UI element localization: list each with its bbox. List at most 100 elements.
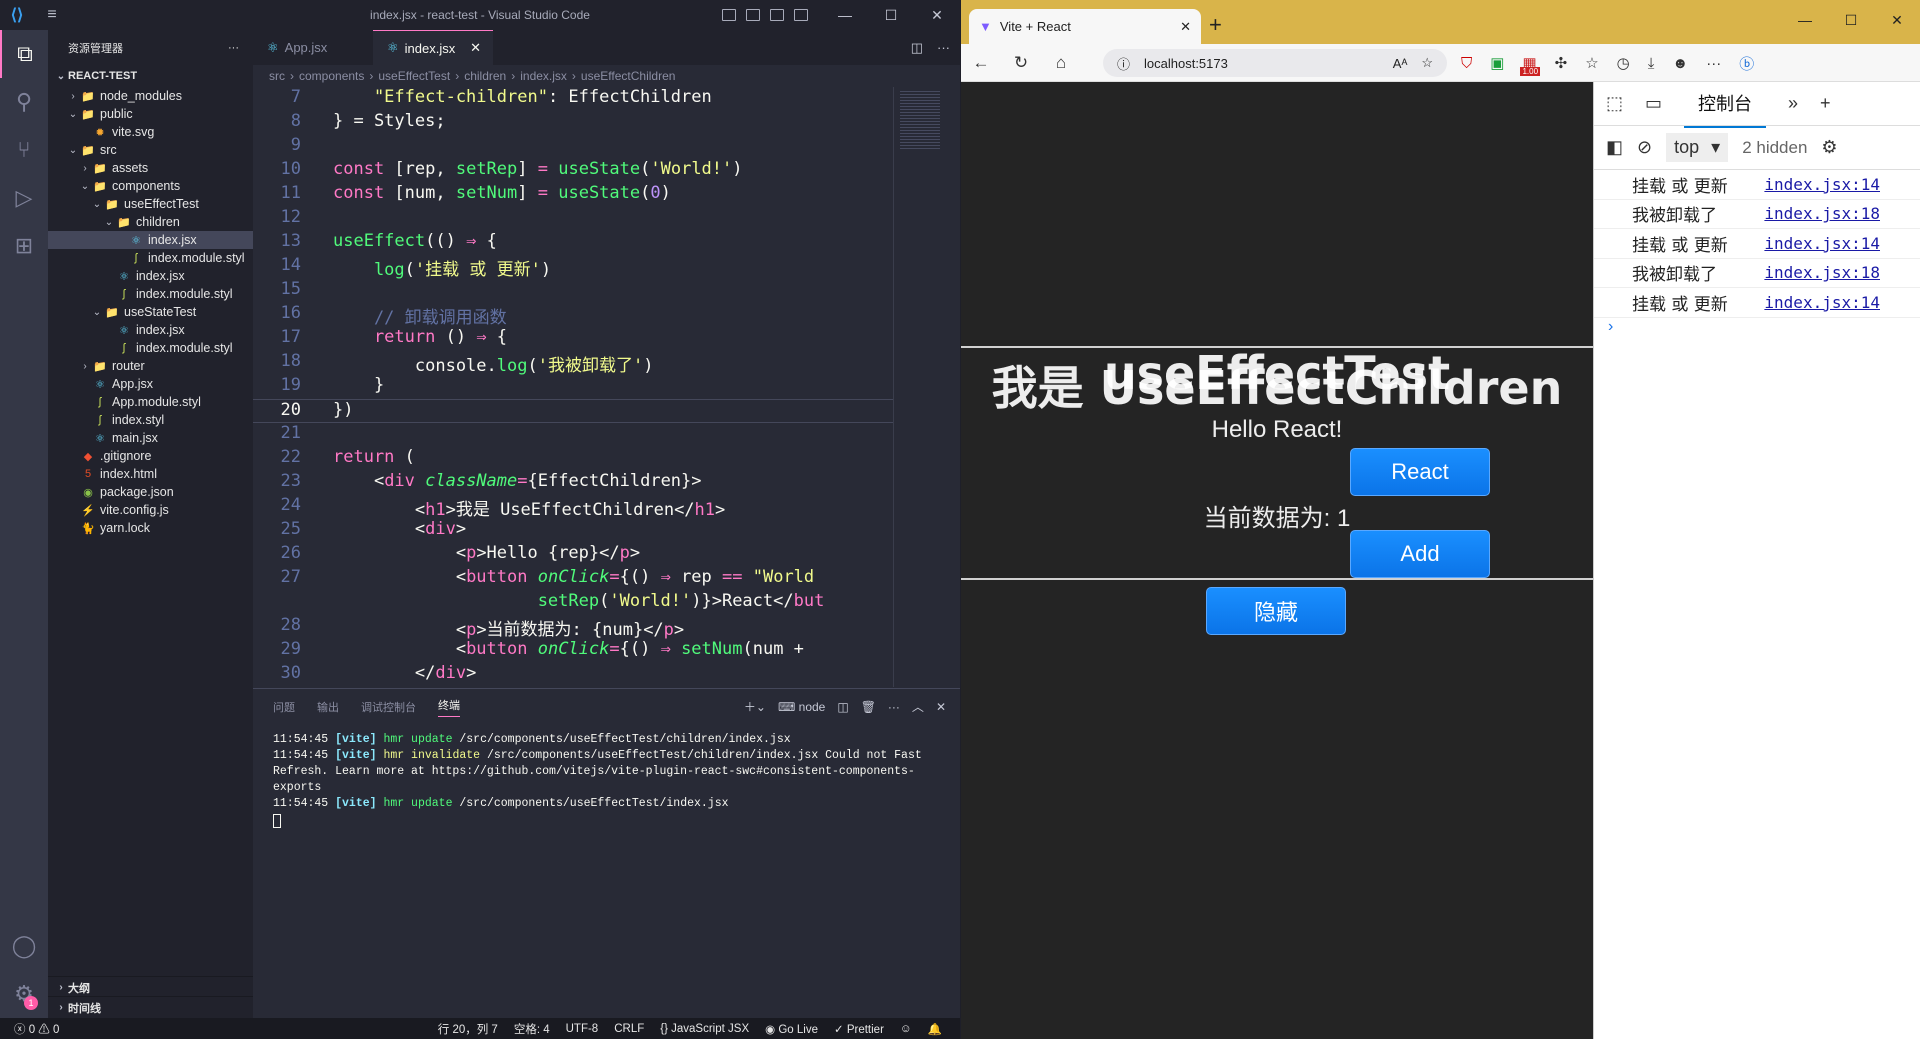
terminal-shell-icon[interactable]: ⌨ node: [778, 700, 825, 714]
tree-file[interactable]: ⚛ index.jsx: [48, 267, 253, 285]
back-icon[interactable]: ←: [961, 53, 1001, 73]
favorite-icon[interactable]: ☆: [1421, 55, 1433, 71]
new-terminal-icon[interactable]: ＋⌄: [744, 698, 766, 715]
source-link[interactable]: index.jsx:14: [1764, 293, 1880, 312]
tree-folder[interactable]: ⌄ 📁 public: [48, 105, 253, 123]
close-tab-icon[interactable]: ✕: [470, 40, 481, 56]
tab-0[interactable]: 问题: [273, 699, 295, 715]
breadcrumb-item[interactable]: useEffectTest: [378, 69, 450, 83]
extensions-puzzle-icon[interactable]: ✣: [1555, 54, 1568, 72]
toggle-sidebar-icon[interactable]: [722, 9, 736, 21]
kill-terminal-icon[interactable]: 🗑: [861, 700, 876, 714]
ublock-icon[interactable]: ⛉: [1461, 55, 1472, 72]
close-icon[interactable]: ✕: [914, 0, 960, 30]
shield-icon[interactable]: ▣: [1490, 54, 1504, 72]
close-icon[interactable]: ✕: [1874, 0, 1920, 40]
code-line[interactable]: 14 log('挂载 或 更新'): [253, 255, 893, 280]
code-line[interactable]: 13 useEffect(() ⇒ {: [253, 231, 893, 255]
customize-layout-icon[interactable]: [794, 9, 808, 21]
run-debug-icon[interactable]: ▷: [0, 174, 48, 222]
code-line[interactable]: 9: [253, 135, 893, 159]
timeline-section[interactable]: › 时间线: [48, 996, 253, 1018]
tab-index-jsx[interactable]: ⚛ index.jsx ✕: [373, 30, 493, 65]
code-line[interactable]: 19 }: [253, 375, 893, 399]
code-line[interactable]: 17 return () ⇒ {: [253, 327, 893, 351]
add-tab-icon[interactable]: +: [1820, 93, 1831, 114]
code-line[interactable]: 22 return (: [253, 447, 893, 471]
code-line[interactable]: setRep('World!')}>React</but: [253, 591, 893, 615]
code-line[interactable]: 25 <div>: [253, 519, 893, 543]
tab-console[interactable]: 控制台: [1684, 80, 1767, 128]
add-button[interactable]: Add: [1350, 530, 1490, 578]
tree-file[interactable]: 🐈 yarn.lock: [48, 519, 253, 537]
minimize-icon[interactable]: —: [822, 0, 868, 30]
code-line[interactable]: 23 <div className={EffectChildren}>: [253, 471, 893, 495]
maximize-panel-icon[interactable]: ︿: [912, 698, 924, 715]
menu-icon[interactable]: ≡: [34, 6, 70, 24]
code-line[interactable]: 8} = Styles;: [253, 111, 893, 135]
clear-console-icon[interactable]: ⊘: [1637, 137, 1652, 158]
tree-file[interactable]: ⚛ App.jsx: [48, 375, 253, 393]
more-actions-icon[interactable]: ···: [888, 700, 900, 714]
manage-gear-icon[interactable]: ⚙ 1: [0, 970, 48, 1018]
maximize-icon[interactable]: ☐: [868, 0, 914, 30]
code-line[interactable]: 20}): [253, 399, 893, 423]
address-bar[interactable]: ⓘ localhost:5173 Aᴬ ☆: [1103, 49, 1447, 77]
encoding[interactable]: UTF-8: [566, 1023, 599, 1035]
code-line[interactable]: 16 // 卸载调用函数: [253, 303, 893, 328]
tree-file[interactable]: ʃ App.module.styl: [48, 393, 253, 411]
code-line[interactable]: 27 <button onClick={() ⇒ rep == "World: [253, 567, 893, 591]
device-emulation-icon[interactable]: ▭: [1645, 93, 1662, 114]
split-terminal-icon[interactable]: ◫: [837, 700, 848, 714]
toggle-panel-icon[interactable]: [746, 9, 760, 21]
tree-file[interactable]: ⚡ vite.config.js: [48, 501, 253, 519]
more-menu-icon[interactable]: ···: [1706, 55, 1721, 72]
tree-file[interactable]: ⚛ main.jsx: [48, 429, 253, 447]
tree-folder[interactable]: ⌄ 📁 useEffectTest: [48, 195, 253, 213]
browser-tab[interactable]: ▼ Vite + React ✕: [969, 9, 1201, 44]
tree-file[interactable]: ʃ index.module.styl: [48, 339, 253, 357]
code-line[interactable]: 10 const [rep, setRep] = useState('World!…: [253, 159, 893, 183]
tree-file[interactable]: ʃ index.module.styl: [48, 249, 253, 267]
code-line[interactable]: 12: [253, 207, 893, 231]
inspect-icon[interactable]: ⬚: [1606, 93, 1623, 114]
bing-icon[interactable]: ⓑ: [1739, 53, 1754, 74]
account-icon[interactable]: ◯: [0, 922, 48, 970]
more-actions-icon[interactable]: ···: [937, 40, 950, 55]
extension-icon[interactable]: ▦ 1.00: [1520, 54, 1541, 76]
toggle-secondary-sidebar-icon[interactable]: [770, 9, 784, 21]
outline-section[interactable]: › 大纲: [48, 976, 253, 998]
source-control-icon[interactable]: ⑂: [0, 126, 48, 174]
terminal-cursor[interactable]: [273, 814, 281, 828]
code-line[interactable]: 29 <button onClick={() ⇒ setNum(num +: [253, 639, 893, 663]
source-link[interactable]: index.jsx:18: [1764, 204, 1880, 223]
hidden-count[interactable]: 2 hidden: [1742, 138, 1807, 158]
source-link[interactable]: index.jsx:14: [1764, 175, 1880, 194]
indentation[interactable]: 空格: 4: [514, 1021, 550, 1037]
minimap[interactable]: [893, 87, 960, 687]
code-line[interactable]: 11 const [num, setNum] = useState(0): [253, 183, 893, 207]
tree-file[interactable]: ◉ package.json: [48, 483, 253, 501]
code-line[interactable]: 7 "Effect-children": EffectChildren: [253, 87, 893, 111]
prettier-status[interactable]: ✓ Prettier: [834, 1022, 884, 1036]
tree-file[interactable]: ◆ .gitignore: [48, 447, 253, 465]
tree-file[interactable]: ✹ vite.svg: [48, 123, 253, 141]
tree-folder[interactable]: › 📁 router: [48, 357, 253, 375]
close-tab-icon[interactable]: ✕: [1180, 19, 1191, 35]
breadcrumb-item[interactable]: children: [464, 69, 506, 83]
tree-folder[interactable]: ⌄ 📁 useStateTest: [48, 303, 253, 321]
info-icon[interactable]: ⓘ: [1117, 54, 1130, 73]
source-link[interactable]: index.jsx:18: [1764, 263, 1880, 282]
breadcrumb-item[interactable]: index.jsx: [520, 69, 567, 83]
tree-folder[interactable]: › 📁 assets: [48, 159, 253, 177]
minimize-icon[interactable]: —: [1782, 0, 1828, 40]
language-mode[interactable]: {} JavaScript JSX: [660, 1023, 749, 1035]
more-tabs-icon[interactable]: »: [1788, 93, 1798, 114]
tree-folder[interactable]: ⌄ 📁 components: [48, 177, 253, 195]
code-line[interactable]: 28 <p>当前数据为: {num}</p>: [253, 615, 893, 640]
download-icon[interactable]: ⤓: [1648, 55, 1655, 72]
sidebar-toggle-icon[interactable]: ◧: [1606, 137, 1623, 158]
read-aloud-icon[interactable]: Aᴬ: [1393, 56, 1408, 71]
avatar[interactable]: ☻: [1672, 55, 1688, 72]
breadcrumb-item[interactable]: useEffectChildren: [581, 69, 676, 83]
